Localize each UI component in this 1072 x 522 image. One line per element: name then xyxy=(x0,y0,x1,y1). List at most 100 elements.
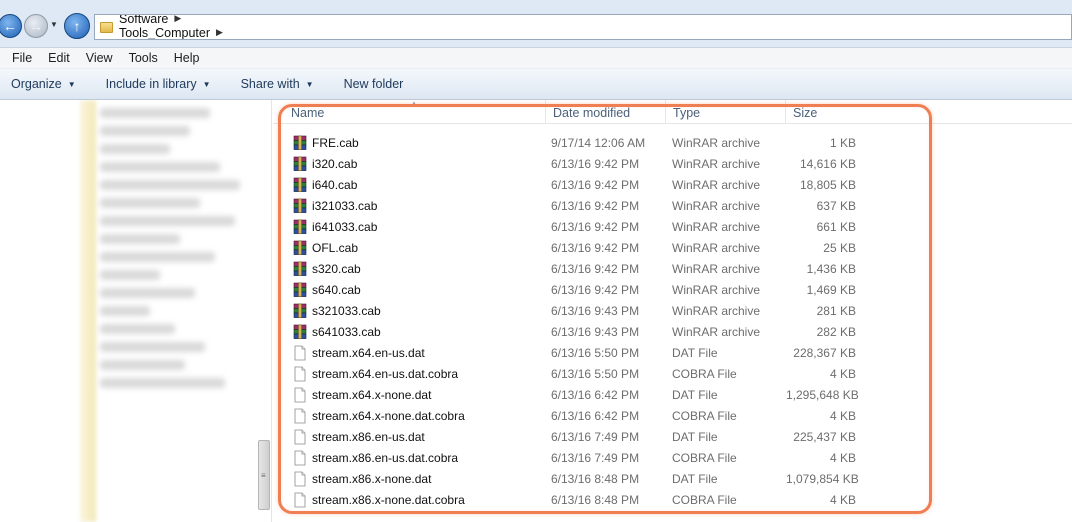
file-row[interactable]: stream.x86.x-none.dat 6/13/16 8:48 PM DAT … xyxy=(273,468,1072,489)
file-type: WinRAR archive xyxy=(672,135,761,150)
file-row[interactable]: i640.cab 6/13/16 9:42 PM WinRAR archive 18,… xyxy=(273,174,1072,195)
column-header-row: ▲ Name Date modified Type Size xyxy=(273,99,1072,124)
column-header-type[interactable]: Type xyxy=(666,100,786,124)
file-name: i321033.cab xyxy=(312,198,378,213)
nav-tree-blurred xyxy=(70,100,270,522)
file-row[interactable]: s641033.cab 6/13/16 9:43 PM WinRAR archive… xyxy=(273,321,1072,342)
file-name-cell[interactable]: stream.x86.en-us.dat xyxy=(273,429,546,445)
forward-button[interactable]: → xyxy=(24,14,48,38)
file-name: stream.x64.x-none.dat.cobra xyxy=(312,408,465,423)
breadcrumb-separator-icon[interactable]: ▶ xyxy=(216,27,223,38)
blank-file-icon xyxy=(294,345,306,360)
file-date: 6/13/16 5:50 PM xyxy=(551,366,640,381)
file-name-cell[interactable]: i641033.cab xyxy=(273,219,546,235)
file-name: stream.x64.en-us.dat xyxy=(312,345,425,360)
column-date-label: Date modified xyxy=(553,106,631,120)
file-row[interactable]: stream.x86.en-us.dat 6/13/16 7:49 PM DAT F… xyxy=(273,426,1072,447)
file-rows: FRE.cab 9/17/14 12:06 AM WinRAR archive 1 K… xyxy=(273,132,1072,510)
command-bar: Organize ▼ Include in library ▼ Share wi… xyxy=(0,68,1072,100)
file-date: 6/13/16 9:43 PM xyxy=(551,303,640,318)
file-type: WinRAR archive xyxy=(672,261,761,276)
file-name: i641033.cab xyxy=(312,219,378,234)
menu-help[interactable]: Help xyxy=(166,51,208,65)
up-button[interactable]: ↑ xyxy=(64,13,90,39)
file-list[interactable]: ▲ Name Date modified Type Size FRE.cab 9/… xyxy=(273,99,1072,522)
file-type: DAT File xyxy=(672,387,718,402)
file-row[interactable]: i641033.cab 6/13/16 9:42 PM WinRAR archive… xyxy=(273,216,1072,237)
column-size-label: Size xyxy=(793,106,818,120)
file-date: 6/13/16 9:42 PM xyxy=(551,240,640,255)
file-size: 4 KB xyxy=(829,450,856,465)
file-date: 6/13/16 9:42 PM xyxy=(551,156,640,171)
breadcrumb-item[interactable]: Microsoft Office▶ xyxy=(119,40,266,41)
arrow-right-icon: → xyxy=(29,18,43,34)
file-type: DAT File xyxy=(672,471,718,486)
arrow-left-icon: ← xyxy=(3,18,17,34)
file-row[interactable]: stream.x64.en-us.dat 6/13/16 5:50 PM DAT F… xyxy=(273,342,1072,363)
organize-button[interactable]: Organize ▼ xyxy=(11,77,76,91)
file-name-cell[interactable]: stream.x86.x-none.dat xyxy=(273,471,546,487)
file-row[interactable]: FRE.cab 9/17/14 12:06 AM WinRAR archive 1 K… xyxy=(273,132,1072,153)
file-name-cell[interactable]: s321033.cab xyxy=(273,303,546,319)
menu-tools[interactable]: Tools xyxy=(121,51,166,65)
back-button[interactable]: ← xyxy=(0,14,22,38)
file-row[interactable]: OFL.cab 6/13/16 9:42 PM WinRAR archive 25 K… xyxy=(273,237,1072,258)
menu-view[interactable]: View xyxy=(78,51,121,65)
file-row[interactable]: s640.cab 6/13/16 9:42 PM WinRAR archive 1,4… xyxy=(273,279,1072,300)
nav-scrollbar-thumb[interactable]: ≡ xyxy=(258,440,270,510)
column-header-name[interactable]: ▲ Name xyxy=(273,99,546,124)
file-name-cell[interactable]: i321033.cab xyxy=(273,198,546,214)
file-date: 6/13/16 8:48 PM xyxy=(551,492,640,507)
breadcrumb-label: Microsoft Office xyxy=(119,40,206,41)
file-name-cell[interactable]: stream.x64.en-us.dat.cobra xyxy=(273,366,546,382)
breadcrumb-separator-icon[interactable]: ▶ xyxy=(174,15,181,24)
navigation-pane[interactable]: ≡ xyxy=(0,100,272,522)
file-name: s321033.cab xyxy=(312,303,381,318)
file-row[interactable]: stream.x64.x-none.dat.cobra 6/13/16 6:42 … xyxy=(273,405,1072,426)
arrow-up-icon: ↑ xyxy=(73,18,81,34)
file-row[interactable]: stream.x86.x-none.dat.cobra 6/13/16 8:48 … xyxy=(273,489,1072,510)
file-name: i320.cab xyxy=(312,156,358,171)
column-header-date-modified[interactable]: Date modified xyxy=(546,100,666,124)
organize-label: Organize xyxy=(11,77,62,91)
file-row[interactable]: s321033.cab 6/13/16 9:43 PM WinRAR archive… xyxy=(273,300,1072,321)
blank-file-icon xyxy=(294,408,306,423)
file-name-cell[interactable]: stream.x86.x-none.dat.cobra xyxy=(273,492,546,508)
file-row[interactable]: stream.x64.en-us.dat.cobra 6/13/16 5:50 P… xyxy=(273,363,1072,384)
new-folder-button[interactable]: New folder xyxy=(344,77,404,91)
file-name: s641033.cab xyxy=(312,324,381,339)
file-row[interactable]: i320.cab 6/13/16 9:42 PM WinRAR archive 14,… xyxy=(273,153,1072,174)
file-size: 18,805 KB xyxy=(799,177,856,192)
file-name-cell[interactable]: s640.cab xyxy=(273,282,546,298)
file-name-cell[interactable]: s641033.cab xyxy=(273,324,546,340)
file-row[interactable]: stream.x64.x-none.dat 6/13/16 6:42 PM DAT … xyxy=(273,384,1072,405)
menu-file[interactable]: File xyxy=(0,51,40,65)
include-in-library-button[interactable]: Include in library ▼ xyxy=(106,77,211,91)
file-name-cell[interactable]: s320.cab xyxy=(273,261,546,277)
file-name-cell[interactable]: stream.x86.en-us.dat.cobra xyxy=(273,450,546,466)
file-date: 6/13/16 9:42 PM xyxy=(551,198,640,213)
file-name-cell[interactable]: FRE.cab xyxy=(273,135,546,151)
address-field[interactable]: ▶Computer▶Data (E:)▶Documents▶Computers▶… xyxy=(94,14,1072,40)
file-date: 6/13/16 6:42 PM xyxy=(551,387,640,402)
file-name: i640.cab xyxy=(312,177,358,192)
breadcrumb-item[interactable]: Tools_Computer ▶ xyxy=(119,26,266,40)
file-name-cell[interactable]: stream.x64.x-none.dat xyxy=(273,387,546,403)
file-size: 1,436 KB xyxy=(806,261,856,276)
file-name-cell[interactable]: OFL.cab xyxy=(273,240,546,256)
file-row[interactable]: i321033.cab 6/13/16 9:42 PM WinRAR archive… xyxy=(273,195,1072,216)
recent-pages-dropdown[interactable]: ▼ xyxy=(50,20,58,29)
file-name-cell[interactable]: i640.cab xyxy=(273,177,546,193)
file-name-cell[interactable]: i320.cab xyxy=(273,156,546,172)
breadcrumb-item[interactable]: Software ▶ xyxy=(119,15,266,26)
share-with-button[interactable]: Share with ▼ xyxy=(241,77,314,91)
chevron-down-icon: ▼ xyxy=(67,79,76,89)
file-name-cell[interactable]: stream.x64.en-us.dat xyxy=(273,345,546,361)
column-header-size[interactable]: Size xyxy=(786,100,862,124)
file-size: 225,437 KB xyxy=(793,429,856,444)
menu-edit[interactable]: Edit xyxy=(40,51,78,65)
file-name: s320.cab xyxy=(312,261,361,276)
file-row[interactable]: s320.cab 6/13/16 9:42 PM WinRAR archive 1,4… xyxy=(273,258,1072,279)
file-row[interactable]: stream.x86.en-us.dat.cobra 6/13/16 7:49 P… xyxy=(273,447,1072,468)
file-name-cell[interactable]: stream.x64.x-none.dat.cobra xyxy=(273,408,546,424)
